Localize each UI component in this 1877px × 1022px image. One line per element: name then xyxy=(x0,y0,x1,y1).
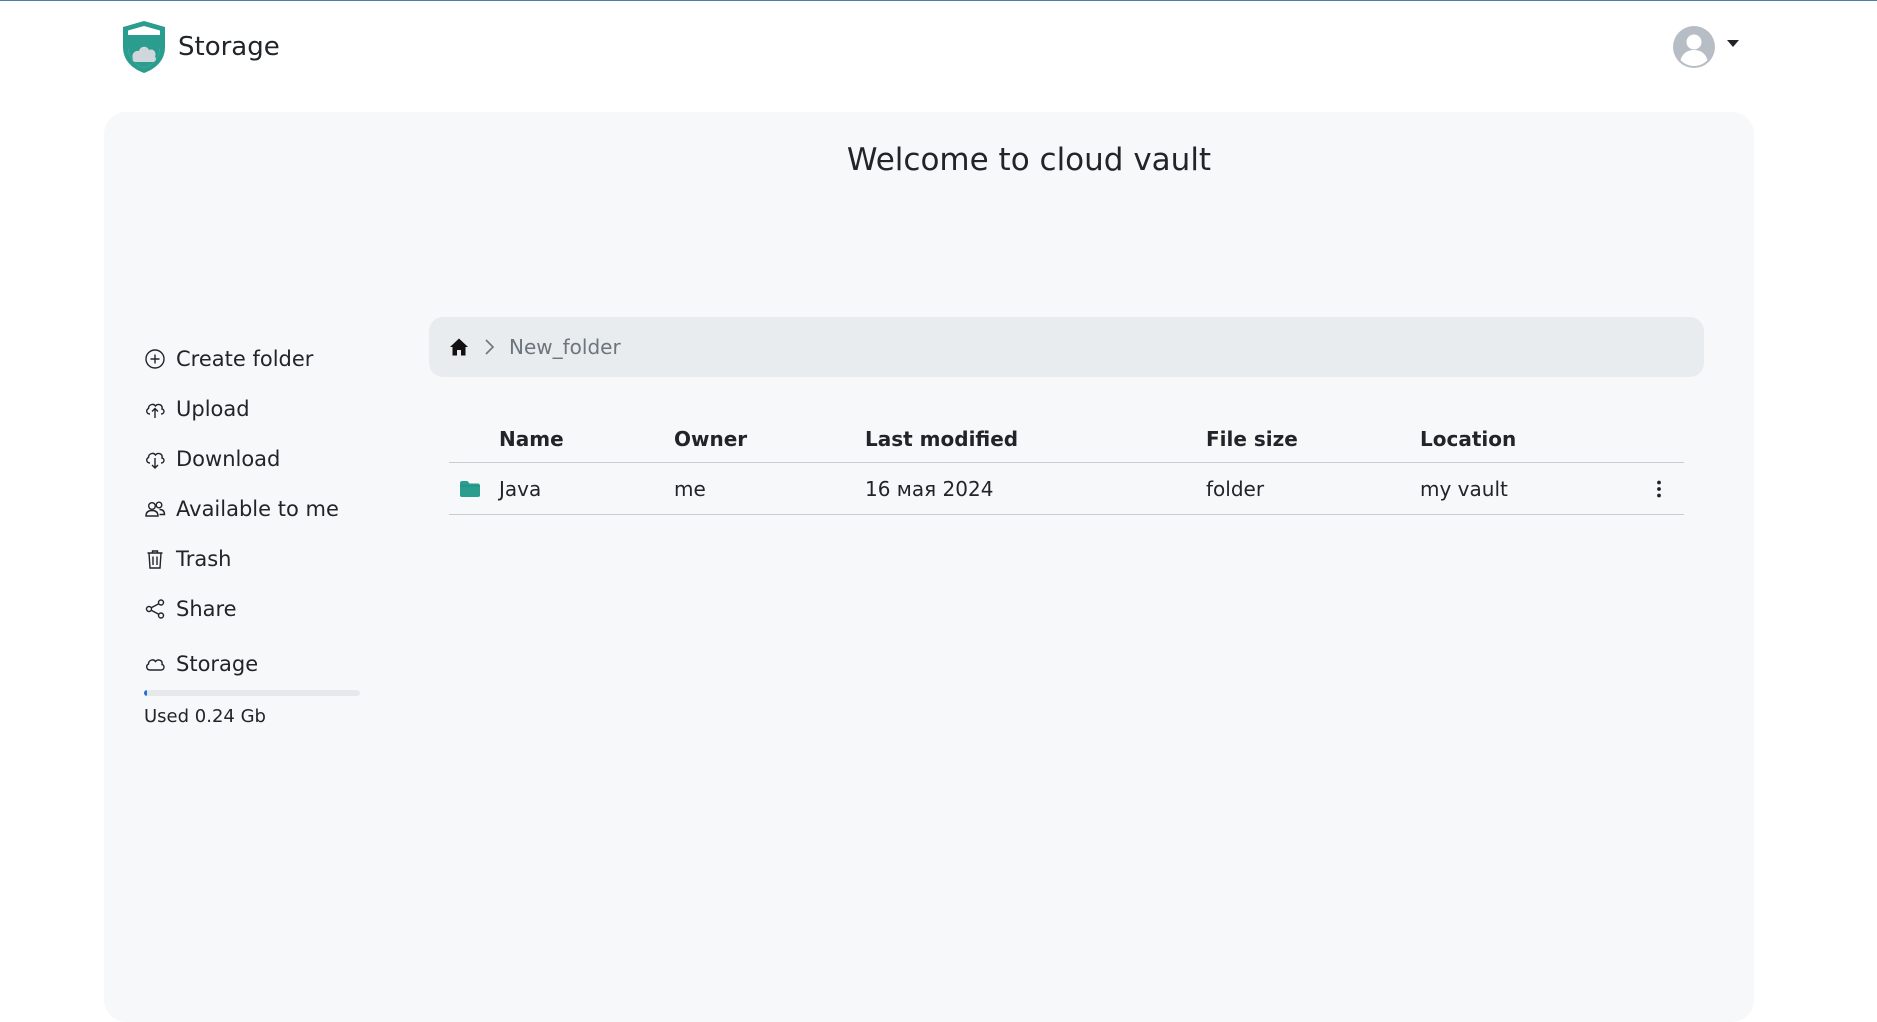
cloud-upload-icon xyxy=(144,398,166,420)
storage-progress-fill xyxy=(144,690,148,696)
sidebar-item-upload[interactable]: Upload xyxy=(144,384,404,434)
chevron-right-icon xyxy=(469,338,509,356)
header-file-size[interactable]: File size xyxy=(1206,416,1420,463)
home-icon[interactable] xyxy=(449,337,469,357)
row-modified: 16 мая 2024 xyxy=(865,462,1206,515)
page-title: Welcome to cloud vault xyxy=(846,142,1212,178)
files-table: Name Owner Last modified File size Locat… xyxy=(449,416,1684,515)
storage-label: Storage xyxy=(176,652,259,676)
sidebar-item-available-to-me[interactable]: Available to me xyxy=(144,484,404,534)
user-menu-toggle[interactable] xyxy=(1672,25,1740,69)
sidebar: Create folder Upload Download Available … xyxy=(144,334,404,727)
table-header-row: Name Owner Last modified File size Locat… xyxy=(449,416,1684,463)
storage-progress-bar xyxy=(144,690,360,696)
storage-usage: Storage Used 0.24 Gb xyxy=(144,644,404,727)
cloud-icon xyxy=(144,653,166,675)
row-size: folder xyxy=(1206,462,1420,515)
header-owner[interactable]: Owner xyxy=(674,416,865,463)
cloud-download-icon xyxy=(144,448,166,470)
caret-down-icon xyxy=(1716,40,1740,48)
row-name[interactable]: Java xyxy=(499,462,674,515)
breadcrumb-folder[interactable]: New_folder xyxy=(509,335,621,359)
folder-icon xyxy=(449,480,499,498)
storage-used-text: Used 0.24 Gb xyxy=(144,706,266,727)
header-location[interactable]: Location xyxy=(1420,416,1634,463)
kebab-menu-icon[interactable] xyxy=(1634,479,1684,499)
storage-title[interactable]: Storage xyxy=(144,644,404,684)
sidebar-item-label: Download xyxy=(176,447,281,471)
header-last-modified[interactable]: Last modified xyxy=(865,416,1206,463)
trash-icon xyxy=(144,548,166,570)
brand[interactable]: Storage xyxy=(120,19,280,75)
main-panel: Welcome to cloud vault Create folder Upl… xyxy=(104,112,1754,1022)
share-icon xyxy=(144,598,166,620)
sidebar-item-label: Share xyxy=(176,597,237,621)
sidebar-item-download[interactable]: Download xyxy=(144,434,404,484)
sidebar-item-create-folder[interactable]: Create folder xyxy=(144,334,404,384)
table-row[interactable]: Java me 16 мая 2024 folder my vault xyxy=(449,462,1684,515)
sidebar-item-trash[interactable]: Trash xyxy=(144,534,404,584)
sidebar-item-label: Create folder xyxy=(176,347,314,371)
top-navbar: Storage xyxy=(0,1,1877,93)
sidebar-item-share[interactable]: Share xyxy=(144,584,404,634)
sidebar-item-label: Available to me xyxy=(176,497,339,521)
header-name[interactable]: Name xyxy=(499,416,674,463)
breadcrumb: New_folder xyxy=(429,317,1704,377)
plus-circle-icon xyxy=(144,348,166,370)
user-avatar-icon xyxy=(1672,25,1716,69)
header-actions-column xyxy=(1634,416,1684,463)
people-icon xyxy=(144,498,166,520)
row-owner: me xyxy=(674,462,865,515)
sidebar-item-label: Upload xyxy=(176,397,250,421)
shield-cloud-logo-icon xyxy=(120,19,168,75)
header-icon-column xyxy=(449,416,499,463)
brand-title: Storage xyxy=(178,32,280,62)
row-location: my vault xyxy=(1420,462,1634,515)
sidebar-item-label: Trash xyxy=(176,547,232,571)
